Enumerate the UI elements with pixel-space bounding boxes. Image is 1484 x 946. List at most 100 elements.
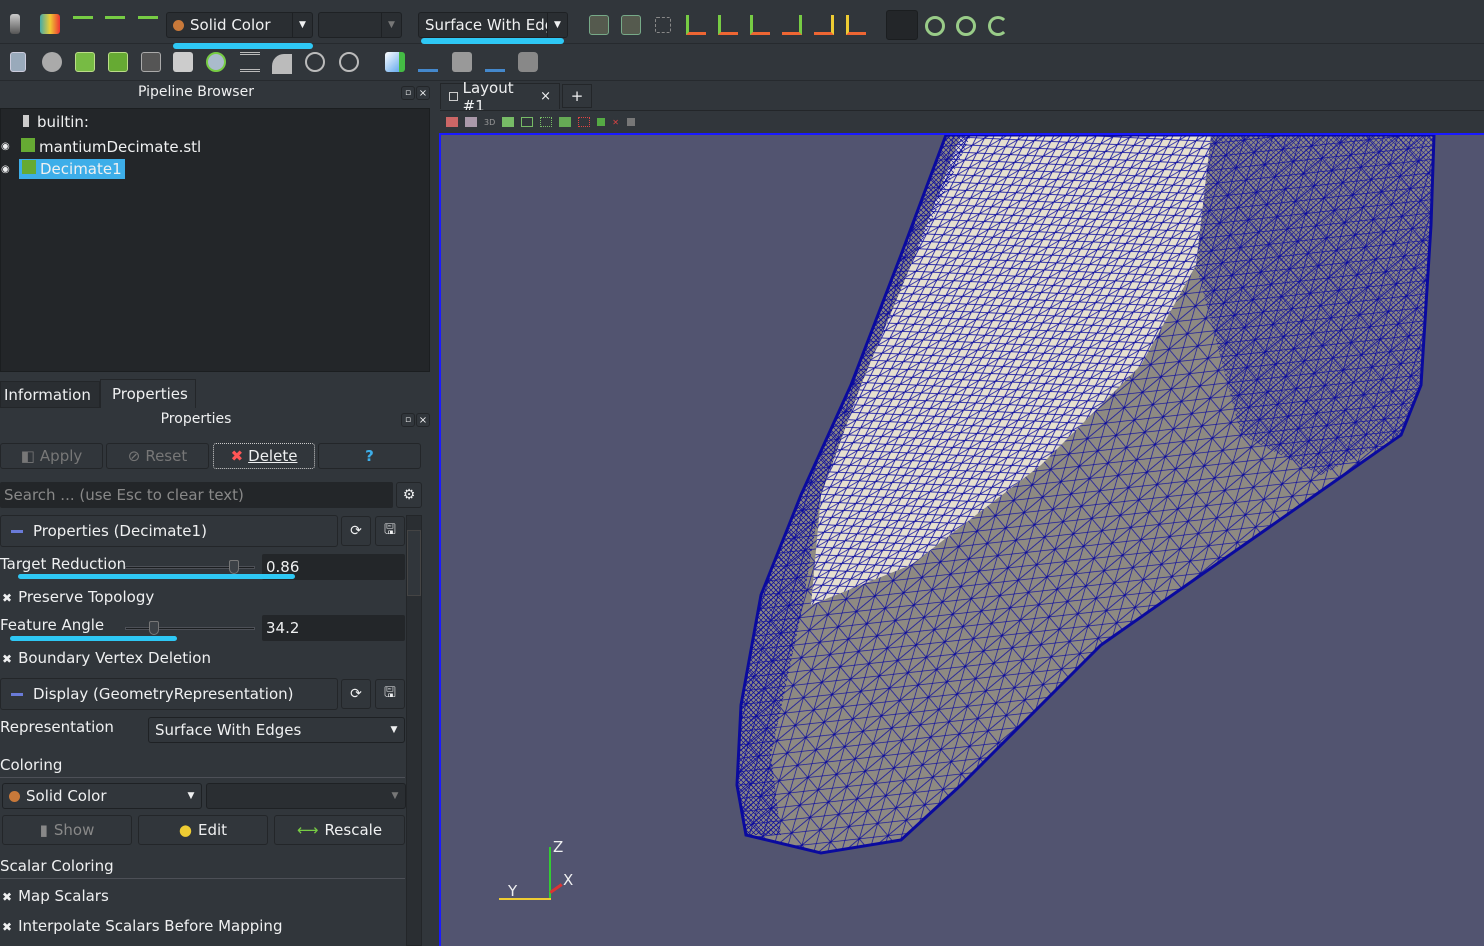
pipeline-item-builtin[interactable]: builtin: — [23, 113, 89, 131]
edit-color-map-icon[interactable] — [40, 14, 60, 34]
rescale-visible-range-icon[interactable] — [138, 16, 158, 26]
clear-selection-icon[interactable]: ✕ — [612, 118, 620, 127]
feature-angle-value: 34.2 — [266, 619, 300, 637]
plot-icon[interactable] — [452, 52, 472, 72]
clip-icon[interactable] — [75, 52, 95, 72]
solid-color-icon — [9, 790, 20, 802]
pick-center-icon[interactable] — [988, 16, 1008, 36]
group-datasets-icon[interactable] — [305, 52, 325, 72]
undock-icon[interactable]: ▫ — [401, 413, 415, 427]
undock-icon[interactable]: ▫ — [401, 86, 415, 100]
close-panel-icon[interactable]: × — [416, 86, 430, 100]
stream-tracer-icon[interactable] — [240, 52, 260, 72]
apply-button[interactable]: ◧ Apply — [0, 443, 103, 469]
view-minus-z-icon[interactable] — [846, 15, 866, 35]
find-data-icon[interactable] — [385, 52, 405, 72]
save-icon[interactable]: 🖫 — [375, 679, 405, 709]
warp-by-vector-icon[interactable] — [272, 54, 292, 74]
reset-camera-icon[interactable] — [589, 15, 609, 35]
render-view[interactable]: Z Y X — [439, 133, 1484, 946]
edit-button[interactable]: ● Edit — [138, 815, 268, 845]
close-panel-icon[interactable]: × — [416, 413, 430, 427]
target-reduction-slider[interactable] — [125, 560, 255, 574]
slider-handle[interactable] — [148, 621, 159, 635]
divider — [0, 878, 405, 879]
slice-icon[interactable] — [108, 52, 128, 72]
split-horizontal-icon[interactable] — [446, 117, 458, 127]
toggle-3d-button[interactable]: 3D — [484, 118, 495, 127]
zoom-to-data-icon[interactable] — [655, 17, 671, 33]
view-minus-y-icon[interactable] — [782, 15, 802, 35]
section-properties-header[interactable]: Properties (Decimate1) — [0, 515, 338, 547]
color-by-select[interactable]: Solid Color ▼ — [166, 12, 313, 38]
reload-icon[interactable]: ⟳ — [341, 679, 371, 709]
view-plus-x-icon[interactable] — [686, 15, 706, 35]
add-layout-tab[interactable]: + — [562, 84, 592, 108]
tab-information[interactable]: Information — [0, 381, 100, 408]
representation-dropdown[interactable]: Surface With Edges ▼ — [148, 717, 405, 743]
tab-layout-1[interactable]: Layout #1 × — [440, 79, 560, 115]
toggle-color-legend-icon[interactable] — [10, 14, 20, 34]
rescale-custom-range-icon[interactable] — [105, 16, 125, 26]
plot-over-time-icon[interactable] — [418, 52, 438, 72]
show-button[interactable]: ▮ Show — [2, 815, 132, 845]
rotate-90-cw-icon[interactable] — [925, 16, 945, 36]
search-input[interactable]: Search ... (use Esc to clear text) — [0, 482, 393, 508]
pipeline-item-decimate[interactable]: Decimate1 — [19, 159, 125, 179]
coloring-component-dropdown[interactable]: ▼ — [206, 783, 406, 809]
contour-icon[interactable] — [42, 52, 62, 72]
item-label: Decimate1 — [40, 160, 122, 178]
coloring-dropdown[interactable]: Solid Color ▼ — [2, 783, 202, 809]
eye-icon[interactable]: ◉ — [1, 141, 10, 152]
color-component-select[interactable]: ▼ — [318, 12, 402, 38]
python-shell-icon[interactable] — [485, 52, 505, 72]
view-icon[interactable] — [518, 52, 538, 72]
view-plus-y-icon[interactable] — [750, 15, 770, 35]
extract-level-icon[interactable] — [339, 52, 359, 72]
select-block-icon[interactable] — [578, 117, 591, 127]
reload-icon[interactable]: ⟳ — [341, 516, 371, 546]
select-frustum-icon[interactable] — [559, 117, 572, 127]
capture-screenshot-icon[interactable] — [502, 117, 515, 127]
map-scalars-checkbox[interactable]: ✖ Map Scalars — [2, 887, 109, 905]
gear-icon[interactable]: ⚙ — [396, 482, 422, 508]
close-tab-icon[interactable]: × — [540, 89, 551, 104]
reset-camera-closest-icon[interactable] — [621, 15, 641, 35]
glyph-icon[interactable] — [206, 52, 226, 72]
show-orientation-axes-icon[interactable] — [886, 10, 918, 40]
reset-button[interactable]: ⊘ Reset — [106, 443, 209, 469]
select-points-icon[interactable] — [540, 117, 553, 127]
calculator-icon[interactable] — [10, 52, 26, 72]
pipeline-item-stl[interactable]: mantiumDecimate.stl — [21, 138, 201, 156]
slider-handle[interactable] — [229, 560, 240, 574]
section-display-header[interactable]: Display (GeometryRepresentation) — [0, 678, 338, 710]
split-vertical-icon[interactable] — [465, 117, 477, 127]
delete-button[interactable]: ✖ Delete — [213, 443, 315, 469]
grow-selection-icon[interactable] — [627, 118, 636, 126]
help-button[interactable]: ? — [318, 443, 421, 469]
interpolate-scalars-checkbox[interactable]: ✖ Interpolate Scalars Before Mapping — [2, 917, 282, 935]
annotation-underline — [421, 38, 564, 44]
rescale-range-icon[interactable] — [73, 16, 93, 26]
save-icon[interactable]: 🖫 — [375, 516, 405, 546]
checkbox-label: Interpolate Scalars Before Mapping — [18, 917, 283, 935]
extract-subset-icon[interactable] — [173, 52, 193, 72]
rescale-button[interactable]: ⟷ Rescale — [274, 815, 405, 845]
scrollbar-thumb[interactable] — [407, 530, 421, 596]
interactive-select-icon[interactable] — [597, 118, 606, 126]
tab-properties[interactable]: Properties — [100, 379, 196, 408]
scrollbar[interactable] — [406, 515, 422, 946]
eye-icon[interactable]: ◉ — [1, 164, 10, 175]
source-icon — [21, 138, 35, 152]
view-minus-x-icon[interactable] — [718, 15, 738, 35]
feature-angle-slider[interactable] — [125, 621, 255, 635]
boundary-vertex-deletion-checkbox[interactable]: ✖ Boundary Vertex Deletion — [2, 649, 211, 667]
threshold-icon[interactable] — [141, 52, 161, 72]
view-plus-z-icon[interactable] — [814, 15, 834, 35]
representation-select[interactable]: Surface With Edg ▼ — [418, 12, 568, 38]
rotate-90-ccw-icon[interactable] — [956, 16, 976, 36]
preserve-topology-checkbox[interactable]: ✖ Preserve Topology — [2, 588, 154, 606]
select-cells-icon[interactable] — [521, 117, 534, 127]
pipeline-browser-title: Pipeline Browser — [138, 84, 254, 100]
feature-angle-input[interactable]: 34.2 — [262, 615, 405, 641]
